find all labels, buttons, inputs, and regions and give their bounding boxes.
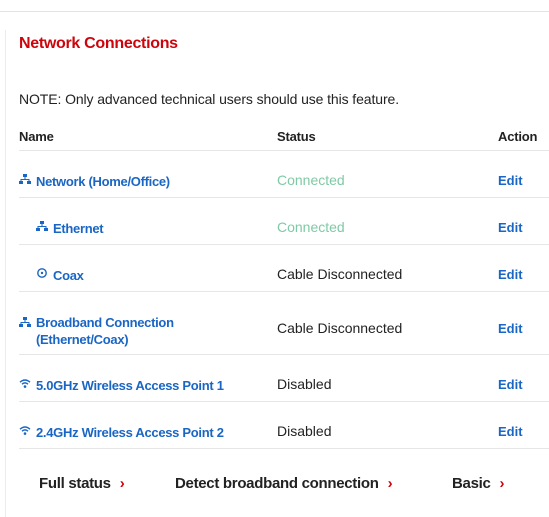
column-header-action: Action — [498, 129, 538, 144]
full-status-label: Full status — [39, 475, 111, 492]
connection-name: Broadband Connection — [36, 315, 174, 330]
connection-status: Cable Disconnected — [277, 320, 403, 336]
footer-links: Full status › Detect broadband connection… — [0, 475, 549, 495]
basic-link[interactable]: Basic › — [452, 475, 505, 492]
table-row: 2.4GHz Wireless Access Point 2 Disabled … — [19, 402, 549, 449]
edit-link[interactable]: Edit — [498, 173, 523, 188]
edit-link[interactable]: Edit — [498, 377, 523, 392]
connection-link-ethernet[interactable]: Ethernet — [36, 220, 104, 237]
detect-broadband-link[interactable]: Detect broadband connection › — [175, 475, 393, 492]
connection-link-2-4ghz[interactable]: 2.4GHz Wireless Access Point 2 — [19, 424, 224, 441]
connection-status: Connected — [277, 172, 345, 188]
column-header-name: Name — [19, 129, 54, 144]
connection-link-broadband[interactable]: Broadband Connection (Ethernet/Coax) — [19, 314, 174, 348]
detect-broadband-label: Detect broadband connection — [175, 475, 379, 492]
page-title: Network Connections — [19, 35, 178, 52]
wifi-icon — [19, 424, 33, 436]
connection-status: Disabled — [277, 423, 332, 439]
edit-link[interactable]: Edit — [498, 321, 523, 336]
connection-name: 5.0GHz Wireless Access Point 1 — [36, 378, 224, 393]
connections-table: Name Status Action Network (Home/Office)… — [19, 122, 549, 449]
connection-link-coax[interactable]: Coax — [36, 267, 84, 284]
connection-name: Coax — [53, 268, 84, 283]
connection-name-line2: (Ethernet/Coax) — [36, 332, 129, 347]
chevron-right-icon: › — [387, 475, 393, 492]
edit-link[interactable]: Edit — [498, 424, 523, 439]
network-icon — [19, 316, 33, 328]
table-row: Ethernet Connected Edit — [19, 198, 549, 245]
top-divider — [0, 11, 549, 12]
edit-link[interactable]: Edit — [498, 267, 523, 282]
table-row: Coax Cable Disconnected Edit — [19, 245, 549, 292]
table-row: Broadband Connection (Ethernet/Coax) Cab… — [19, 292, 549, 355]
table-row: 5.0GHz Wireless Access Point 1 Disabled … — [19, 355, 549, 402]
connection-link-network-home-office[interactable]: Network (Home/Office) — [19, 173, 170, 190]
connection-name: Ethernet — [53, 221, 104, 236]
connection-name-block: Broadband Connection (Ethernet/Coax) — [36, 314, 174, 348]
edit-link[interactable]: Edit — [498, 220, 523, 235]
connection-name: Network (Home/Office) — [36, 174, 170, 189]
chevron-right-icon: › — [499, 475, 505, 492]
connection-link-5ghz[interactable]: 5.0GHz Wireless Access Point 1 — [19, 377, 224, 394]
left-border — [5, 30, 6, 517]
advanced-note: NOTE: Only advanced technical users shou… — [19, 91, 399, 107]
coax-icon — [36, 267, 50, 279]
connection-status: Disabled — [277, 376, 332, 392]
table-row: Network (Home/Office) Connected Edit — [19, 151, 549, 198]
connection-status: Connected — [277, 219, 345, 235]
connection-name: 2.4GHz Wireless Access Point 2 — [36, 425, 224, 440]
network-icon — [19, 173, 33, 185]
network-icon — [36, 220, 50, 232]
chevron-right-icon: › — [119, 475, 125, 492]
column-header-status: Status — [277, 129, 316, 144]
full-status-link[interactable]: Full status › — [39, 475, 125, 492]
table-header: Name Status Action — [19, 122, 549, 151]
wifi-icon — [19, 377, 33, 389]
connection-status: Cable Disconnected — [277, 266, 403, 282]
basic-label: Basic — [452, 475, 491, 492]
